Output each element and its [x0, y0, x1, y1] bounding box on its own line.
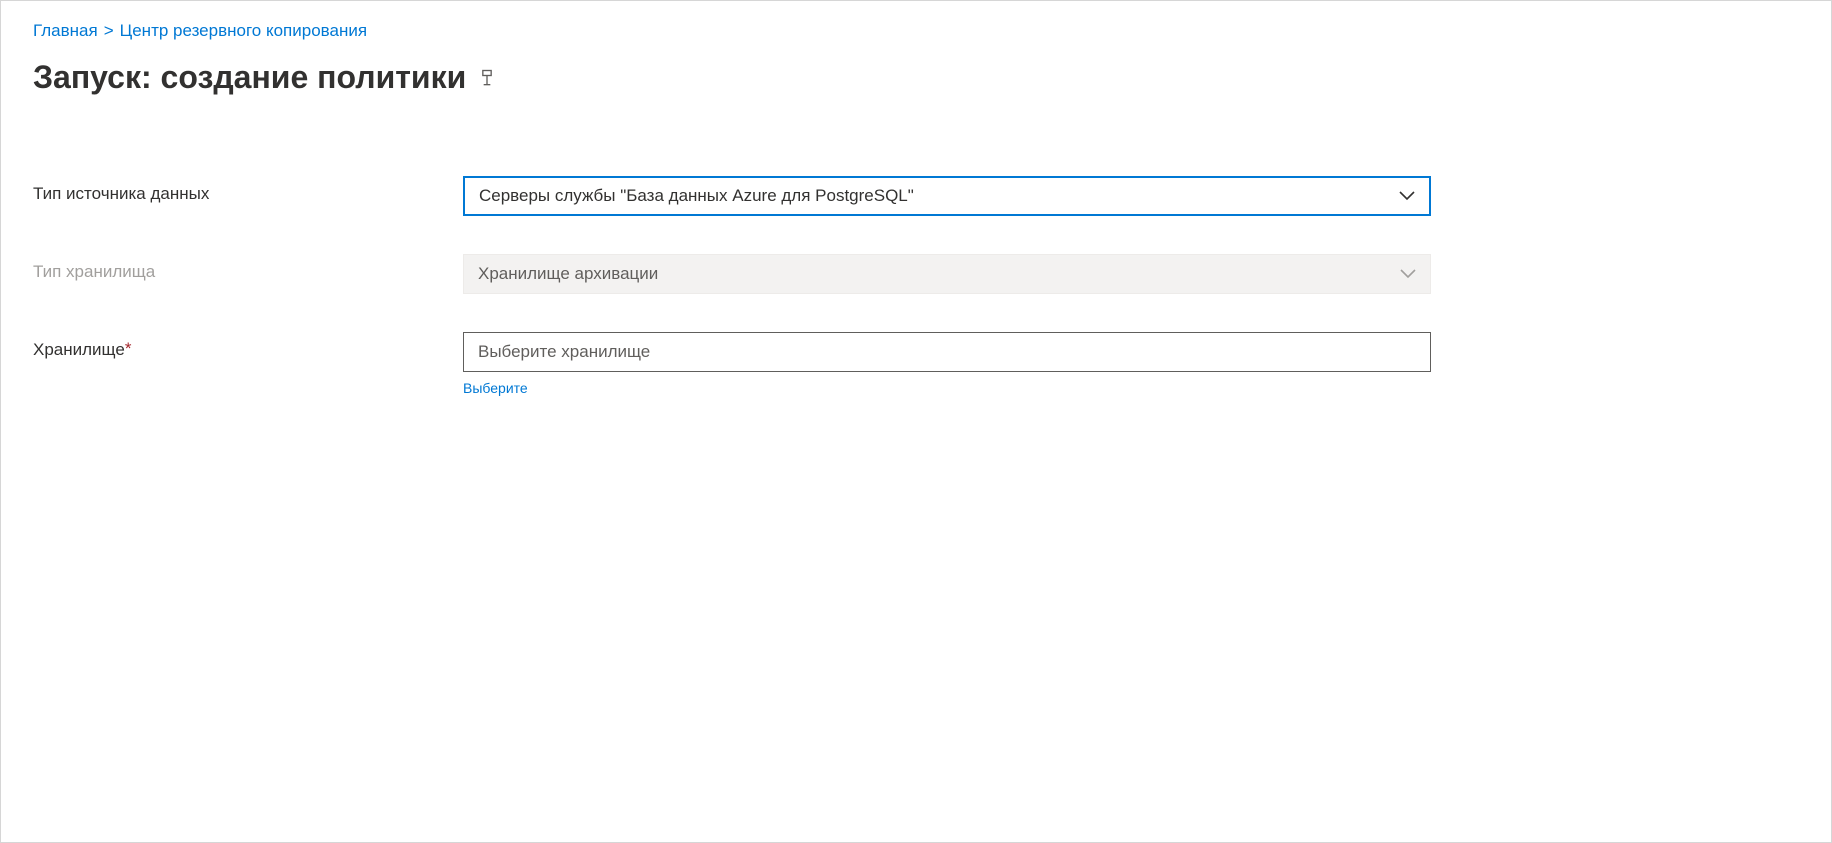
vault-type-label: Тип хранилища — [33, 254, 463, 282]
page-title: Запуск: создание политики — [33, 59, 466, 96]
breadcrumb-home-link[interactable]: Главная — [33, 21, 98, 41]
chevron-down-icon — [1400, 266, 1416, 282]
vault-row: Хранилище* Выберите — [33, 332, 1431, 398]
breadcrumb: Главная > Центр резервного копирования — [33, 21, 1799, 41]
breadcrumb-backup-center-link[interactable]: Центр резервного копирования — [120, 21, 367, 41]
datasource-type-row: Тип источника данных Серверы службы "Баз… — [33, 176, 1431, 216]
page-title-row: Запуск: создание политики — [33, 59, 1799, 96]
vault-input[interactable] — [463, 332, 1431, 372]
pin-icon[interactable] — [476, 67, 498, 89]
vault-select-link[interactable]: Выберите — [463, 380, 528, 396]
breadcrumb-separator: > — [104, 21, 114, 41]
datasource-type-value: Серверы службы "База данных Azure для Po… — [479, 186, 914, 206]
vault-label: Хранилище* — [33, 332, 463, 360]
vault-type-row: Тип хранилища Хранилище архивации — [33, 254, 1431, 294]
datasource-type-select[interactable]: Серверы службы "База данных Azure для Po… — [463, 176, 1431, 216]
chevron-down-icon — [1399, 188, 1415, 204]
create-policy-form: Тип источника данных Серверы службы "Баз… — [33, 176, 1431, 398]
vault-type-value: Хранилище архивации — [478, 264, 658, 284]
required-asterisk: * — [125, 339, 132, 358]
datasource-type-label: Тип источника данных — [33, 176, 463, 204]
vault-type-select: Хранилище архивации — [463, 254, 1431, 294]
